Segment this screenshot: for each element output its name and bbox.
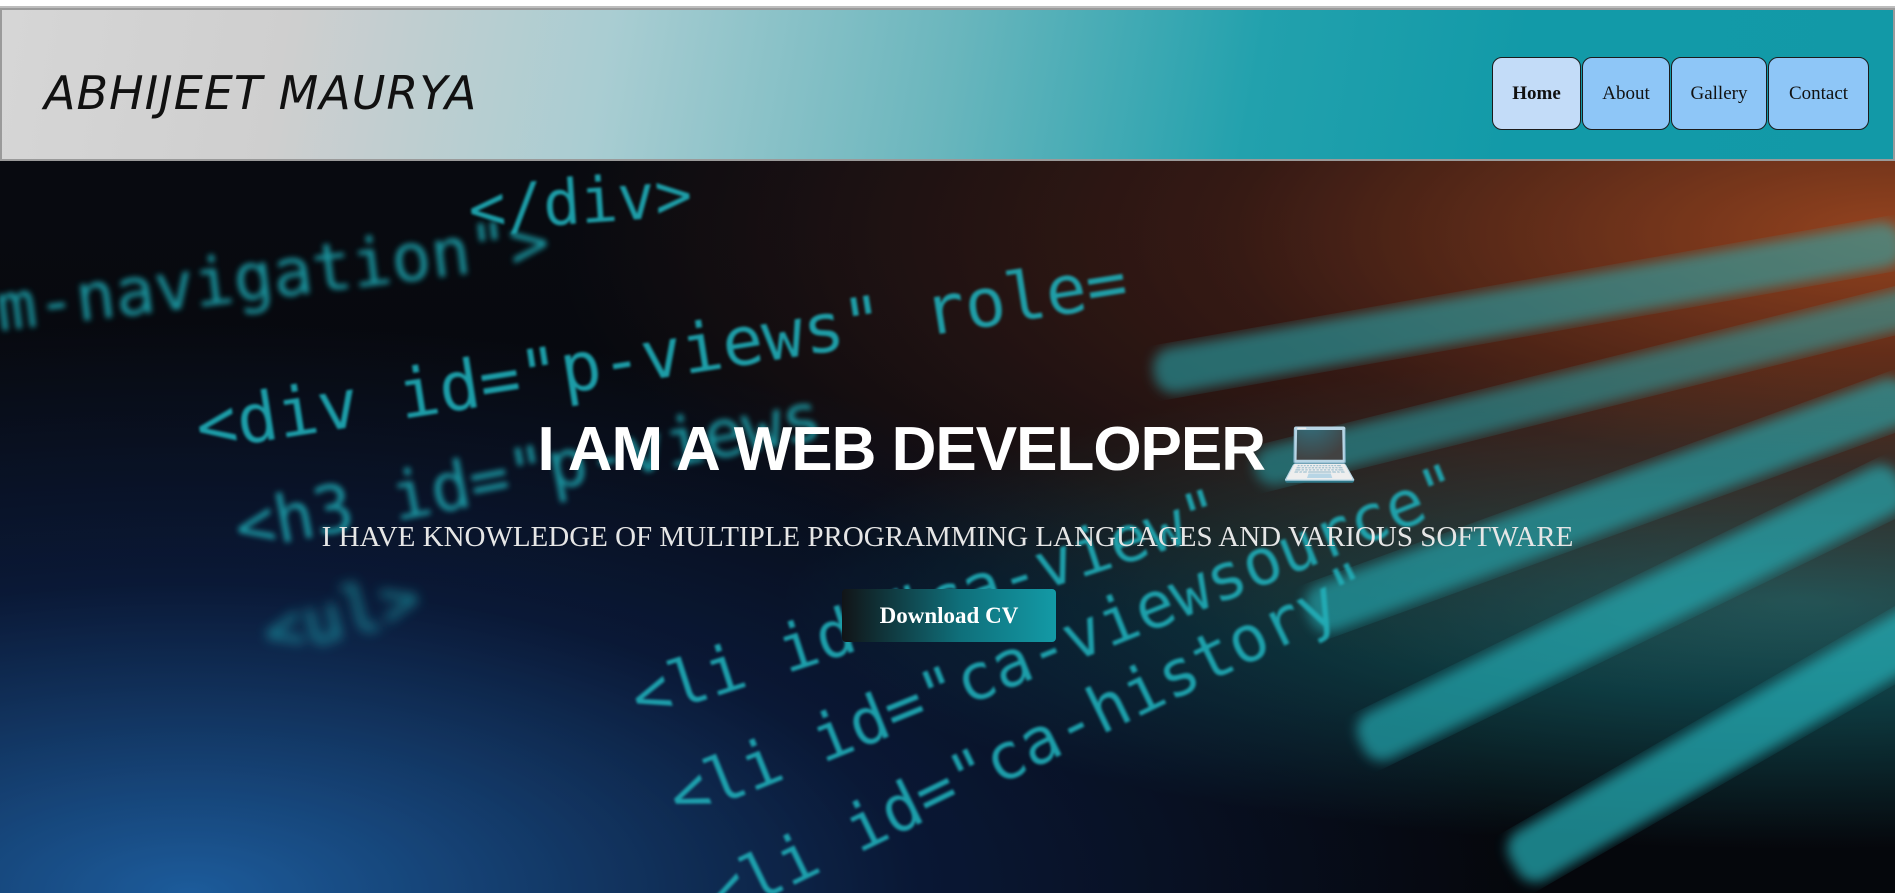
nav-about-button[interactable]: About bbox=[1582, 57, 1670, 130]
hero-title: I AM A WEB DEVELOPER 💻 bbox=[537, 415, 1359, 484]
hero-subtitle: I HAVE KNOWLEDGE OF MULTIPLE PROGRAMMING… bbox=[321, 521, 1574, 553]
site-header: ABHIJEET MAURYA Home About Gallery Conta… bbox=[0, 8, 1895, 161]
hero-section: </div>gm-navigation"><div id="p-views" r… bbox=[0, 161, 1895, 893]
nav-home-button[interactable]: Home bbox=[1492, 57, 1581, 130]
site-logo[interactable]: ABHIJEET MAURYA bbox=[44, 66, 477, 120]
nav-gallery-button[interactable]: Gallery bbox=[1671, 57, 1767, 130]
download-cv-button[interactable]: Download CV bbox=[842, 589, 1056, 642]
nav-contact-button[interactable]: Contact bbox=[1768, 57, 1869, 130]
main-nav: Home About Gallery Contact bbox=[1492, 57, 1869, 130]
browser-top-edge bbox=[0, 0, 1895, 8]
